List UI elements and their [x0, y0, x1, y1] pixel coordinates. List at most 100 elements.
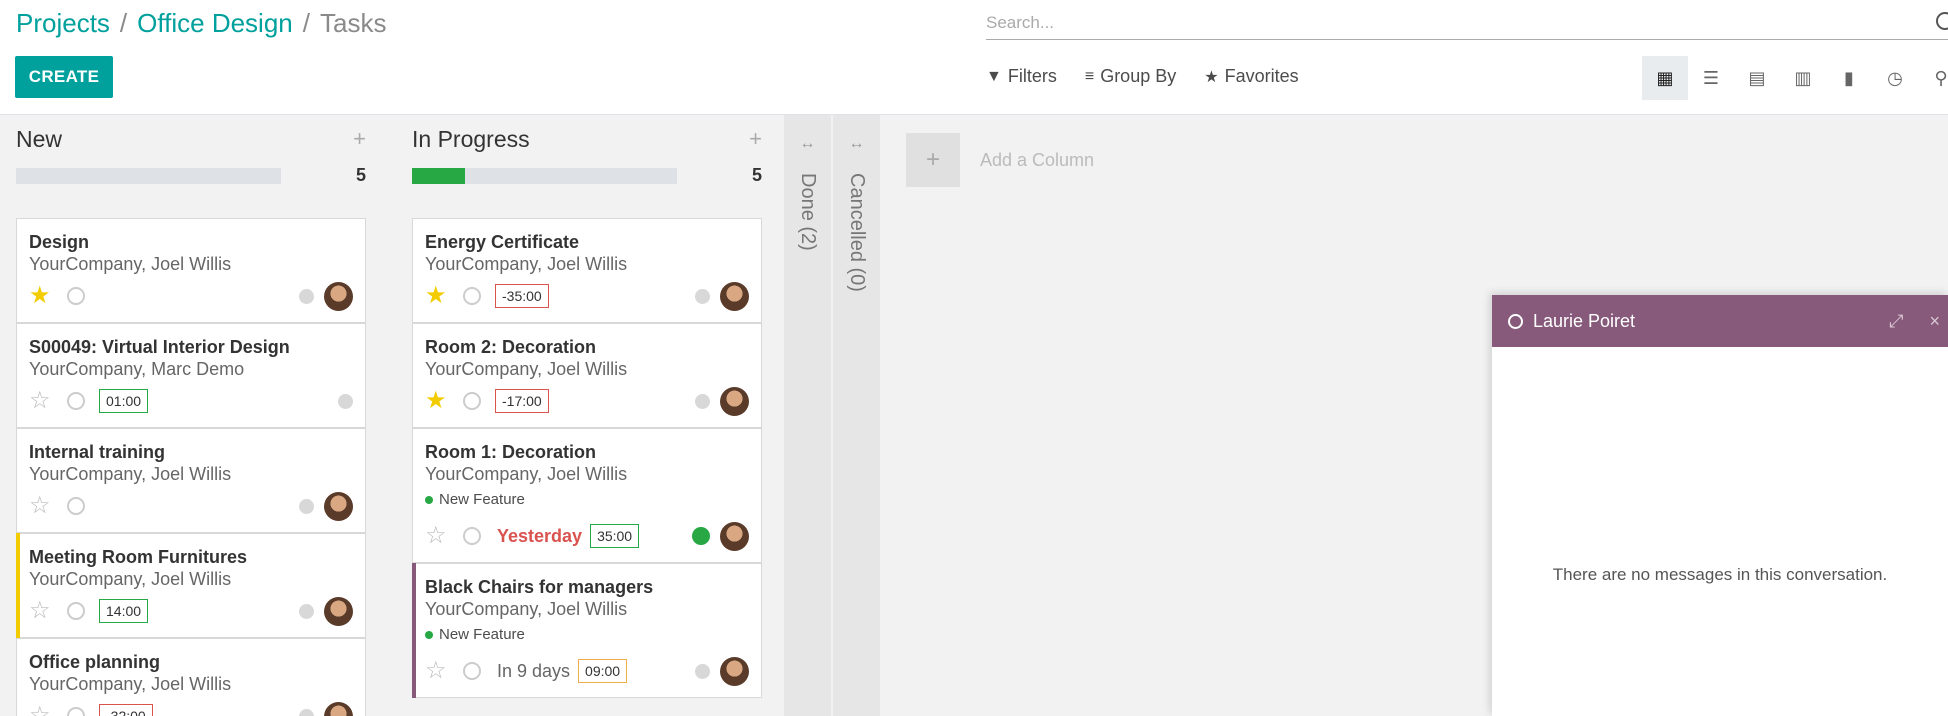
- quick-create-icon[interactable]: +: [749, 126, 762, 152]
- priority-star-icon[interactable]: ★: [29, 284, 55, 308]
- favorites-label: Favorites: [1224, 66, 1299, 86]
- map-view-icon[interactable]: ⚲: [1918, 56, 1948, 100]
- task-card[interactable]: Meeting Room Furnitures YourCompany, Joe…: [16, 533, 366, 638]
- priority-star-icon[interactable]: ☆: [425, 524, 451, 548]
- quick-create-icon[interactable]: +: [353, 126, 366, 152]
- kanban-state-icon[interactable]: [695, 288, 710, 304]
- priority-star-icon[interactable]: ☆: [29, 599, 55, 623]
- group-by-button[interactable]: ≡ Group By: [1085, 66, 1176, 87]
- search-input[interactable]: [986, 8, 1948, 38]
- list-view-icon[interactable]: ☰: [1688, 56, 1734, 100]
- filters-label: Filters: [1007, 66, 1057, 86]
- breadcrumb-separator: /: [119, 8, 128, 38]
- card-subtitle: YourCompany, Marc Demo: [29, 359, 245, 379]
- breadcrumb-office-design[interactable]: Office Design: [137, 8, 293, 38]
- task-card[interactable]: Office planning YourCompany, Joel Willis…: [16, 638, 366, 716]
- calendar-view-icon[interactable]: ▤: [1734, 56, 1780, 100]
- activity-clock-icon[interactable]: [67, 707, 85, 716]
- activity-view-icon[interactable]: ◷: [1872, 56, 1918, 100]
- breadcrumb-projects[interactable]: Projects: [16, 8, 110, 38]
- priority-star-icon[interactable]: ☆: [29, 704, 55, 716]
- avatar: [324, 701, 353, 716]
- card-subtitle: YourCompany, Joel Willis: [29, 569, 232, 589]
- kanban-state-icon[interactable]: [338, 393, 353, 409]
- planned-hours-badge: -32:00: [99, 704, 153, 716]
- planned-hours-badge: -17:00: [495, 389, 549, 413]
- avatar: [324, 281, 353, 311]
- column-count: 5: [751, 165, 762, 185]
- task-card[interactable]: Energy Certificate YourCompany, Joel Wil…: [412, 218, 762, 323]
- kanban-view-icon[interactable]: ▦: [1642, 56, 1688, 100]
- kanban-state-icon[interactable]: [299, 288, 314, 304]
- task-card[interactable]: Room 1: Decoration YourCompany, Joel Wil…: [412, 428, 762, 563]
- activity-clock-icon[interactable]: [67, 392, 85, 410]
- avatar: [720, 521, 749, 551]
- close-icon[interactable]: ×: [1929, 311, 1940, 332]
- unfold-icon: ↔: [848, 135, 865, 152]
- activity-clock-icon[interactable]: [67, 602, 85, 620]
- breadcrumb: Projects / Office Design / Tasks: [16, 8, 386, 38]
- card-subtitle: YourCompany, Joel Willis: [425, 464, 628, 484]
- add-column-plus-icon[interactable]: +: [906, 133, 960, 187]
- priority-star-icon[interactable]: ☆: [425, 659, 451, 683]
- progress-bar[interactable]: [16, 167, 281, 184]
- expand-icon[interactable]: ⤢: [1889, 311, 1903, 332]
- activity-clock-icon[interactable]: [463, 287, 481, 305]
- activity-clock-icon[interactable]: [67, 287, 85, 305]
- planned-hours-badge: 09:00: [578, 659, 628, 683]
- graph-view-icon[interactable]: ▮: [1826, 56, 1872, 100]
- kanban-state-icon[interactable]: [695, 393, 710, 409]
- planned-hours-badge: 01:00: [99, 389, 149, 413]
- priority-star-icon[interactable]: ☆: [29, 389, 55, 413]
- deadline-label: Yesterday: [497, 525, 583, 546]
- tag-dot-icon: [425, 495, 433, 504]
- favorites-button[interactable]: ★ Favorites: [1204, 66, 1298, 87]
- card-title: Office planning: [29, 652, 161, 672]
- activity-clock-icon[interactable]: [463, 392, 481, 410]
- add-column[interactable]: + Add a Column: [906, 133, 1094, 187]
- tag-label: New Feature: [439, 491, 525, 508]
- filters-button[interactable]: ▼ Filters: [986, 66, 1057, 87]
- progress-bar[interactable]: [412, 167, 677, 184]
- kanban-state-icon[interactable]: [299, 498, 314, 514]
- kanban-column-done[interactable]: ↔ Done (2): [784, 115, 832, 716]
- kanban-state-icon[interactable]: [695, 663, 710, 679]
- activity-clock-icon[interactable]: [463, 527, 481, 545]
- kanban-column-cancelled[interactable]: ↔ Cancelled (0): [833, 115, 881, 716]
- card-title: Meeting Room Furnitures: [29, 547, 248, 567]
- avatar: [324, 596, 353, 626]
- create-button[interactable]: CREATE: [15, 56, 113, 98]
- priority-star-icon[interactable]: ★: [425, 389, 451, 413]
- card-title: Design: [29, 232, 90, 252]
- priority-star-icon[interactable]: ☆: [29, 494, 55, 518]
- priority-star-icon[interactable]: ★: [425, 284, 451, 308]
- card-subtitle: YourCompany, Joel Willis: [425, 359, 628, 379]
- task-card[interactable]: S00049: Virtual Interior Design YourComp…: [16, 323, 366, 428]
- search-icon[interactable]: [1936, 12, 1948, 30]
- kanban-state-icon[interactable]: [692, 527, 710, 545]
- kanban-state-icon[interactable]: [299, 603, 314, 619]
- card-subtitle: YourCompany, Joel Willis: [425, 599, 628, 619]
- kanban-column-new: New + 5 Design YourCompany, Joel Willis …: [16, 115, 366, 716]
- add-column-label[interactable]: Add a Column: [980, 150, 1094, 171]
- breadcrumb-current: Tasks: [319, 8, 387, 38]
- activity-clock-icon[interactable]: [463, 662, 481, 680]
- card-subtitle: YourCompany, Joel Willis: [29, 464, 232, 484]
- kanban-column-in-progress: In Progress + 5 Energy Certificate YourC…: [412, 115, 762, 716]
- task-card[interactable]: Black Chairs for managers YourCompany, J…: [412, 563, 762, 698]
- chat-title: Laurie Poiret: [1533, 310, 1636, 331]
- pivot-view-icon[interactable]: ▥: [1780, 56, 1826, 100]
- card-title: Room 2: Decoration: [425, 337, 597, 357]
- chat-header[interactable]: Laurie Poiret ⤢ ×: [1492, 295, 1948, 347]
- kanban-state-icon[interactable]: [299, 708, 314, 716]
- task-card[interactable]: Internal training YourCompany, Joel Will…: [16, 428, 366, 533]
- activity-clock-icon[interactable]: [67, 497, 85, 515]
- avatar: [720, 656, 749, 686]
- star-icon: ★: [1204, 68, 1219, 86]
- planned-hours-badge: 14:00: [99, 599, 149, 623]
- column-progress: 5: [16, 165, 366, 186]
- task-card[interactable]: Room 2: Decoration YourCompany, Joel Wil…: [412, 323, 762, 428]
- task-card[interactable]: Design YourCompany, Joel Willis ★: [16, 218, 366, 323]
- color-bar: [16, 533, 20, 638]
- card-subtitle: YourCompany, Joel Willis: [29, 254, 232, 274]
